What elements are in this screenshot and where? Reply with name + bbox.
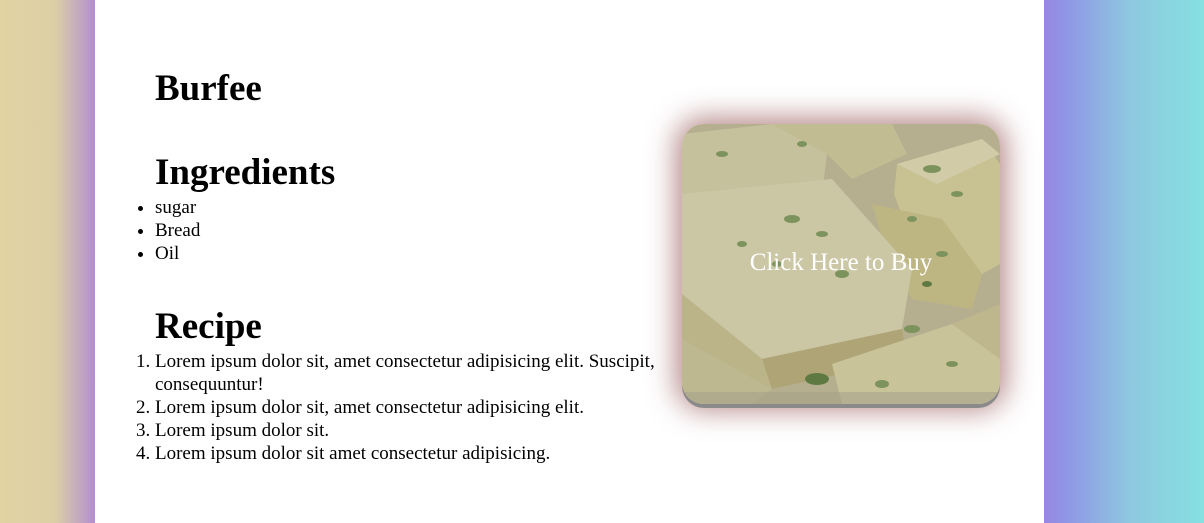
- buy-button-label: Click Here to Buy: [749, 249, 933, 276]
- page-title: Burfee: [155, 68, 262, 109]
- page-panel: Burfee Ingredients sugar Bread Oil Recip…: [95, 0, 1044, 523]
- buy-button[interactable]: Click Here to Buy: [682, 124, 1000, 404]
- ingredients-list: sugar Bread Oil: [155, 196, 200, 265]
- list-item: Lorem ipsum dolor sit, amet consectetur …: [155, 350, 695, 396]
- recipe-heading: Recipe: [155, 306, 262, 347]
- list-item: Oil: [155, 242, 200, 265]
- content-area: Burfee Ingredients sugar Bread Oil Recip…: [95, 0, 1044, 523]
- list-item: Lorem ipsum dolor sit, amet consectetur …: [155, 396, 695, 419]
- list-item: sugar: [155, 196, 200, 219]
- list-item: Lorem ipsum dolor sit amet consectetur a…: [155, 442, 695, 465]
- list-item: Lorem ipsum dolor sit.: [155, 419, 695, 442]
- ingredients-heading: Ingredients: [155, 152, 336, 193]
- list-item: Bread: [155, 219, 200, 242]
- recipe-steps-list: Lorem ipsum dolor sit, amet consectetur …: [155, 350, 695, 465]
